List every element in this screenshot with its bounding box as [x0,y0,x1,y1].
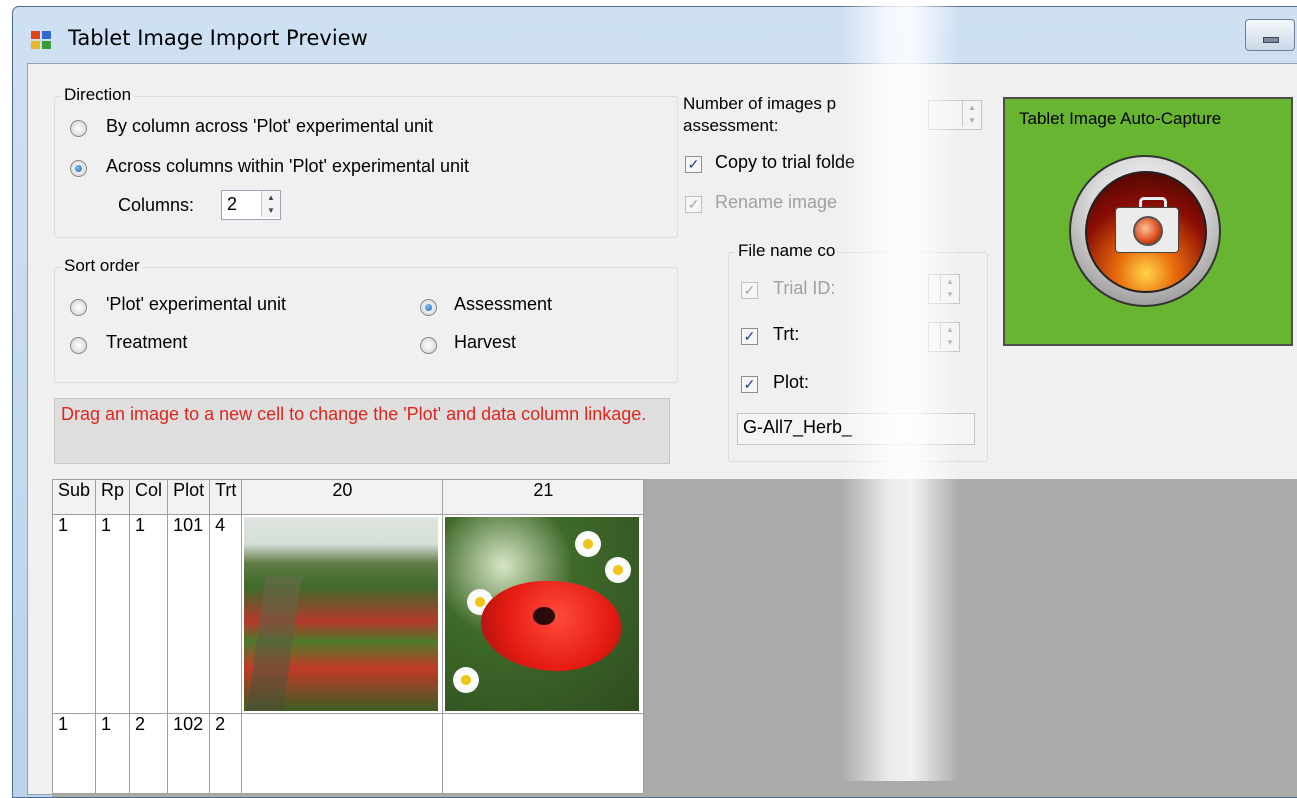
radio-sort-assessment[interactable] [420,299,437,316]
field-photo[interactable] [244,517,439,711]
image-cell-20[interactable] [241,514,444,714]
rename-image-label: Rename image [715,192,838,212]
daisy [453,667,480,693]
plot-label: Plot: [773,372,810,392]
minimize-button[interactable] [1245,19,1295,51]
col-header-plot[interactable]: Plot [167,479,211,515]
camera-icon [1085,171,1207,293]
table-row[interactable]: 1 1 1 101 4 [51,514,645,714]
camera-button[interactable] [1069,155,1221,307]
col-header-col[interactable]: Col [129,479,169,515]
camera-lens [1133,216,1163,246]
window-overlap-shade [840,0,960,781]
cell-sub[interactable]: 1 [51,713,97,794]
columns-label: Columns: [118,195,195,215]
radio-sort-harvest[interactable] [420,337,437,354]
radio-across-columns[interactable] [70,160,87,177]
trt-label: Trt: [773,324,800,344]
radio-by-column[interactable] [70,120,87,137]
direction-legend: Direction [61,85,135,105]
cell-col[interactable]: 2 [129,713,169,794]
table-row[interactable]: 1 1 2 102 2 [51,713,645,794]
cell-trt[interactable]: 2 [209,713,243,794]
cell-plot[interactable]: 102 [167,713,211,794]
col-header-rp[interactable]: Rp [95,479,131,515]
title-bar[interactable]: Tablet Image Import Preview [13,7,1297,63]
cell-plot[interactable]: 101 [167,514,211,714]
cell-rp[interactable]: 1 [95,713,131,794]
drag-hint-text: Drag an image to a new cell to change th… [61,404,647,424]
columns-value: 2 [227,194,238,214]
daisy [575,531,602,557]
spin-arrows-icon[interactable]: ▲▼ [962,101,981,127]
image-cell-21[interactable] [442,713,645,794]
num-images-label-2: assessment: [683,116,779,135]
image-cell-20[interactable] [241,713,444,794]
col-header-21[interactable]: 21 [442,479,645,515]
col-header-sub[interactable]: Sub [51,479,97,515]
file-name-value: G-All7_Herb_ [743,417,853,437]
radio-sort-plot[interactable] [70,299,87,316]
col-header-trt[interactable]: Trt [209,479,243,515]
image-cell-21[interactable] [442,514,645,714]
file-name-legend: File name co [735,241,839,261]
poppy-photo[interactable] [445,517,640,711]
drag-hint-box: Drag an image to a new cell to change th… [54,398,670,464]
radio-sort-assessment-label: Assessment [454,294,553,314]
cell-rp[interactable]: 1 [95,514,131,714]
dialog-client-area: Direction By column across 'Plot' experi… [27,63,1297,797]
app-icon [31,31,51,49]
trt-checkbox[interactable]: ✓ [741,328,758,345]
grid-header-row: Sub Rp Col Plot Trt 20 21 [51,479,645,515]
image-grid: Sub Rp Col Plot Trt 20 21 1 1 1 101 4 1 … [51,479,645,794]
radio-across-columns-label: Across columns within 'Plot' experimenta… [106,156,470,176]
daisy [605,557,632,583]
cell-col[interactable]: 1 [129,514,169,714]
camera-body [1115,207,1179,253]
field-path [246,577,303,711]
columns-stepper[interactable]: 2 ▲ ▼ [221,190,281,220]
minimize-icon [1263,37,1279,43]
main-window: Tablet Image Import Preview Direction By… [12,6,1297,798]
image-grid-area: Sub Rp Col Plot Trt 20 21 1 1 1 101 4 1 … [51,479,1297,797]
radio-by-column-label: By column across 'Plot' experimental uni… [106,116,434,136]
spin-arrows-icon[interactable]: ▲▼ [261,191,280,217]
copy-to-trial-label: Copy to trial folde [715,152,856,172]
copy-to-trial-checkbox[interactable]: ✓ [685,156,702,173]
num-images-label: Number of images p [683,94,837,113]
auto-capture-label: Tablet Image Auto-Capture [1019,109,1222,128]
radio-sort-plot-label: 'Plot' experimental unit [106,294,286,314]
radio-sort-harvest-label: Harvest [454,332,517,352]
cell-sub[interactable]: 1 [51,514,97,714]
window-title: Tablet Image Import Preview [68,26,368,50]
sort-order-legend: Sort order [61,256,143,276]
cell-trt[interactable]: 4 [209,514,243,714]
trial-id-checkbox[interactable]: ✓ [741,282,758,299]
radio-sort-treatment[interactable] [70,337,87,354]
radio-sort-treatment-label: Treatment [106,332,188,352]
poppy-flower [481,581,622,671]
plot-checkbox[interactable]: ✓ [741,376,758,393]
trial-id-label: Trial ID: [773,278,836,298]
auto-capture-panel[interactable]: Tablet Image Auto-Capture [1003,97,1293,346]
sort-order-group: Sort order [54,256,678,383]
rename-image-checkbox[interactable]: ✓ [685,196,702,213]
col-header-20[interactable]: 20 [241,479,444,515]
